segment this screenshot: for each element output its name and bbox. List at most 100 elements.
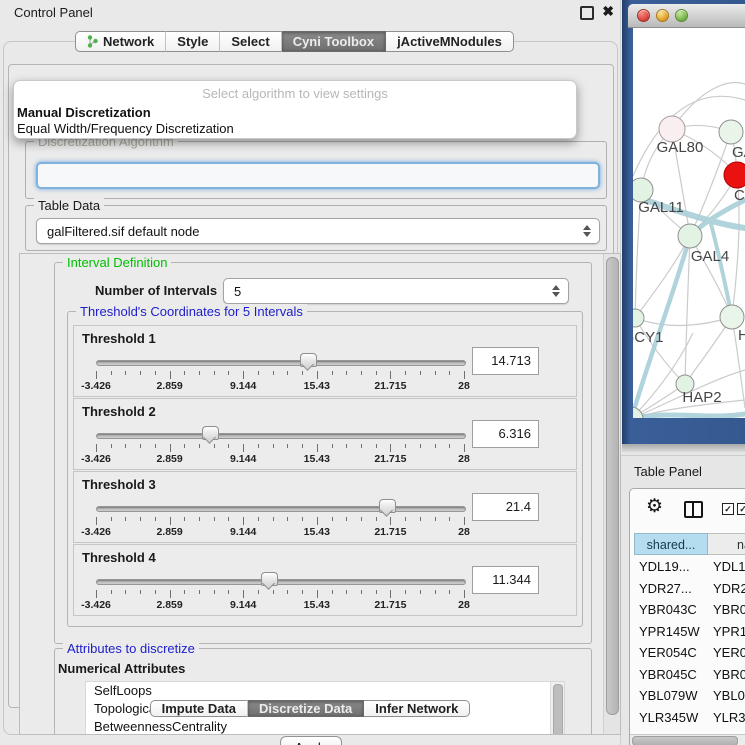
slider-track[interactable] bbox=[96, 506, 466, 512]
network-window-titlebar[interactable] bbox=[628, 4, 745, 28]
combo-stepper-icon bbox=[552, 285, 560, 297]
table-row[interactable]: YBR045CYBR0 bbox=[634, 664, 745, 685]
table-horizontal-scrollbar[interactable] bbox=[630, 734, 745, 745]
float-window-icon[interactable] bbox=[580, 6, 594, 20]
checkbox-icon[interactable]: ✓ bbox=[722, 503, 734, 515]
table-row[interactable]: YPR145WYPR1 bbox=[634, 621, 745, 642]
threshold-value-field[interactable]: 6.316 bbox=[472, 420, 539, 448]
table-row[interactable]: YDR27...YDR2 bbox=[634, 578, 745, 599]
table-row[interactable]: YBL079WYBL0 bbox=[634, 685, 745, 706]
tab-label: jActiveMNodules bbox=[397, 34, 502, 49]
tab-label: Impute Data bbox=[162, 701, 236, 716]
tab-network[interactable]: Network bbox=[75, 31, 166, 52]
algorithm-select[interactable] bbox=[36, 162, 600, 189]
threshold-value-field[interactable]: 11.344 bbox=[472, 566, 539, 594]
tab-select[interactable]: Select bbox=[220, 31, 281, 52]
tab-infer-network[interactable]: Infer Network bbox=[364, 700, 470, 717]
cell-shared-name: YDL19... bbox=[639, 556, 690, 577]
table-row[interactable]: YDL19...YDL1 bbox=[634, 556, 745, 577]
slider-ticks bbox=[96, 590, 464, 599]
slider-track[interactable] bbox=[96, 433, 466, 439]
column-layout-icon[interactable] bbox=[684, 501, 703, 518]
screenshot-root: Control Panel ✖ NetworkStyle Select Cyni T… bbox=[0, 0, 745, 745]
column-header-name[interactable]: na bbox=[708, 533, 745, 555]
numerical-attributes-label: Numerical Attributes bbox=[58, 661, 185, 676]
close-icon[interactable]: ✖ bbox=[602, 3, 614, 20]
tab-jactivemnodules[interactable]: jActiveMNodules bbox=[386, 31, 514, 52]
cell-name: YLR3 bbox=[713, 707, 745, 728]
node-h[interactable] bbox=[720, 305, 744, 329]
cell-shared-name: YDR27... bbox=[639, 578, 692, 599]
threshold-label: Threshold 1 bbox=[82, 331, 156, 346]
number-of-intervals-select[interactable]: 5 bbox=[223, 278, 569, 304]
slider-thumb[interactable] bbox=[202, 426, 219, 440]
panel-title: Control Panel bbox=[14, 5, 93, 20]
group-title-attributes: Attributes to discretize bbox=[63, 641, 199, 656]
node-gcy1-label: GCY1 bbox=[633, 329, 663, 346]
number-of-intervals-value: 5 bbox=[224, 284, 241, 299]
slider-thumb[interactable] bbox=[300, 353, 317, 367]
slider-tick-labels: -3.4262.8599.14415.4321.71528 bbox=[96, 599, 464, 611]
popup-item-manual-discretization[interactable]: Manual Discretization bbox=[17, 105, 151, 120]
table-panel: ⚙ ✓ ✓ shared... na YDL19...YDL1YDR27...Y… bbox=[629, 488, 745, 745]
group-title-table-data: Table Data bbox=[34, 198, 104, 213]
network-canvas[interactable]: GAL80GACGAL11GAL4GCY1HHAP2 bbox=[633, 28, 745, 418]
node-red-label: C bbox=[734, 187, 745, 204]
number-of-intervals-label: Number of Intervals bbox=[95, 283, 217, 298]
table-panel-toolbar: ⚙ ✓ ✓ bbox=[630, 489, 745, 531]
settings-scrollbar-thumb[interactable] bbox=[606, 257, 619, 715]
attribute-list-item[interactable]: BetweennessCentrality bbox=[86, 718, 564, 735]
tab-style[interactable]: Style bbox=[166, 31, 220, 52]
attribute-list-item[interactable]: SelfLoops bbox=[86, 682, 564, 700]
table-row[interactable]: YER054CYER0 bbox=[634, 642, 745, 663]
cell-name: YBL0 bbox=[713, 685, 745, 706]
slider-ticks bbox=[96, 444, 464, 453]
threshold-panel-2: Threshold 2-3.4262.8599.14415.4321.71528… bbox=[73, 398, 577, 470]
tab-discretize-data[interactable]: Discretize Data bbox=[248, 700, 364, 717]
minimize-traffic-light-icon[interactable] bbox=[656, 9, 669, 22]
table-row[interactable]: YBR043CYBR0 bbox=[634, 599, 745, 620]
slider-thumb[interactable] bbox=[379, 499, 396, 513]
gear-icon[interactable]: ⚙ bbox=[646, 497, 663, 516]
cell-name: YBR0 bbox=[713, 599, 745, 620]
threshold-panel-1: Threshold 1-3.4262.8599.14415.4321.71528… bbox=[73, 325, 577, 397]
slider-track[interactable] bbox=[96, 360, 466, 366]
tab-label: Cyni Toolbox bbox=[293, 34, 374, 49]
settings-vertical-scrollbar[interactable] bbox=[603, 254, 620, 734]
column-header-shared-name[interactable]: shared... bbox=[634, 533, 708, 555]
close-traffic-light-icon[interactable] bbox=[637, 9, 650, 22]
threshold-panel-4: Threshold 4-3.4262.8599.14415.4321.71528… bbox=[73, 544, 577, 616]
bottom-tab-bar: Impute Data Discretize DataInfer Network bbox=[0, 700, 620, 717]
control-panel-titlebar: Control Panel ✖ bbox=[0, 0, 620, 26]
node-gcy1[interactable] bbox=[633, 309, 644, 327]
table-data-select[interactable]: galFiltered.sif default node bbox=[36, 218, 600, 244]
table-scrollbar-thumb[interactable] bbox=[632, 736, 738, 745]
popup-item-equal-width-frequency[interactable]: Equal Width/Frequency Discretization bbox=[17, 121, 234, 136]
tab-label: Select bbox=[231, 34, 269, 49]
node-top-right[interactable] bbox=[719, 120, 743, 144]
popup-hint-text: Select algorithm to view settings bbox=[14, 86, 576, 101]
table-data-selected-value: galFiltered.sif default node bbox=[37, 224, 199, 239]
cell-name: YPR1 bbox=[713, 621, 745, 642]
slider-thumb[interactable] bbox=[261, 572, 278, 586]
node-hap2-label: HAP2 bbox=[682, 389, 721, 406]
cell-shared-name: YER054C bbox=[639, 642, 697, 663]
threshold-value-field[interactable]: 14.713 bbox=[472, 347, 539, 375]
slider-ticks bbox=[96, 371, 464, 380]
zoom-traffic-light-icon[interactable] bbox=[675, 9, 688, 22]
cyni-toolbox-pane: Discretization Algorithm Table Data galF… bbox=[8, 64, 614, 708]
node-gal4[interactable] bbox=[678, 224, 702, 248]
threshold-label: Threshold 3 bbox=[82, 477, 156, 492]
node-gal4-label: GAL4 bbox=[691, 248, 729, 265]
threshold-value-field[interactable]: 21.4 bbox=[472, 493, 539, 521]
table-rows: YDL19...YDL1YDR27...YDR2YBR043CYBR0YPR14… bbox=[634, 556, 745, 710]
node-red[interactable] bbox=[724, 162, 745, 188]
interval-definition-group: Interval Definition Number of Intervals … bbox=[54, 262, 592, 644]
tab-cyni-toolbox[interactable]: Cyni Toolbox bbox=[282, 31, 386, 52]
slider-track[interactable] bbox=[96, 579, 466, 585]
checkbox-icon[interactable]: ✓ bbox=[737, 503, 745, 515]
table-panel-title: Table Panel bbox=[634, 464, 702, 479]
apply-button[interactable]: Apply bbox=[280, 736, 342, 745]
tab-impute-data[interactable]: Impute Data bbox=[150, 700, 248, 717]
table-row[interactable]: YLR345WYLR3 bbox=[634, 707, 745, 728]
